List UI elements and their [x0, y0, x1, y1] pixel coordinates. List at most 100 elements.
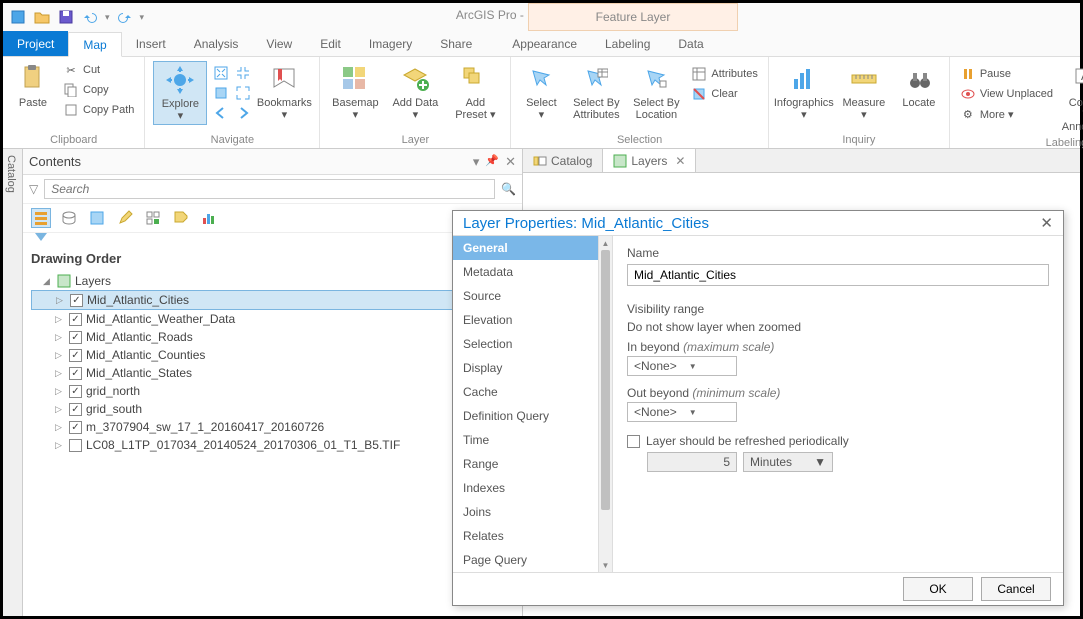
chevron-right-icon[interactable]: ▷ — [56, 295, 66, 306]
tab-insert[interactable]: Insert — [122, 31, 180, 56]
category-joins[interactable]: Joins — [453, 500, 612, 524]
list-selection-icon[interactable] — [87, 208, 107, 228]
cancel-button[interactable]: Cancel — [981, 577, 1051, 601]
refresh-checkbox[interactable] — [627, 435, 640, 448]
layer-item[interactable]: ▷✓Mid_Atlantic_States — [31, 364, 514, 382]
layer-item[interactable]: ▷✓Mid_Atlantic_Weather_Data — [31, 310, 514, 328]
tab-imagery[interactable]: Imagery — [355, 31, 426, 56]
tab-labeling[interactable]: Labeling — [591, 31, 664, 56]
measure-button[interactable]: Measure▾ — [837, 61, 891, 123]
category-range[interactable]: Range — [453, 452, 612, 476]
layer-checkbox[interactable]: ✓ — [69, 385, 82, 398]
category-selection[interactable]: Selection — [453, 332, 612, 356]
search-input[interactable] — [44, 179, 495, 199]
scrollbar[interactable]: ▲ ▼ — [598, 236, 612, 572]
in-beyond-combo[interactable]: <None>▼ — [627, 356, 737, 376]
attributes-button[interactable]: Attributes — [689, 65, 759, 83]
category-general[interactable]: General — [453, 236, 612, 260]
more-button[interactable]: ⚙More ▾ — [958, 105, 1055, 123]
list-labeling-icon[interactable] — [171, 208, 191, 228]
layer-checkbox[interactable]: ✓ — [69, 367, 82, 380]
layer-item[interactable]: ▷✓grid_north — [31, 382, 514, 400]
copy-path-button[interactable]: Copy Path — [61, 101, 136, 119]
copy-button[interactable]: Copy — [61, 81, 136, 99]
chevron-down-icon[interactable]: ◢ — [43, 276, 53, 287]
close-tab-icon[interactable]: ✕ — [675, 154, 685, 168]
layer-checkbox[interactable]: ✓ — [69, 421, 82, 434]
chevron-right-icon[interactable]: ▷ — [55, 386, 65, 397]
tab-share[interactable]: Share — [426, 31, 486, 56]
cut-button[interactable]: ✂Cut — [61, 61, 136, 79]
redo-icon[interactable] — [116, 8, 134, 26]
layer-item[interactable]: ▷✓Mid_Atlantic_Counties — [31, 346, 514, 364]
select-by-attributes-button[interactable]: Select By Attributes — [569, 61, 623, 123]
refresh-unit-combo[interactable]: Minutes▼ — [743, 452, 833, 472]
add-data-button[interactable]: Add Data ▾ — [388, 61, 442, 123]
chevron-right-icon[interactable]: ▷ — [55, 332, 65, 343]
layer-checkbox[interactable]: ✓ — [70, 294, 83, 307]
layer-item[interactable]: ▷✓m_3707904_sw_17_1_20160417_20160726 — [31, 418, 514, 436]
name-input[interactable] — [627, 264, 1049, 286]
paste-button[interactable]: Paste — [11, 61, 55, 111]
clear-button[interactable]: Clear — [689, 85, 759, 103]
undo-icon[interactable] — [81, 8, 99, 26]
fixed-zoom-in-icon[interactable] — [235, 65, 251, 81]
chevron-right-icon[interactable]: ▷ — [55, 314, 65, 325]
tab-view[interactable]: View — [252, 31, 306, 56]
category-display[interactable]: Display — [453, 356, 612, 380]
layer-checkbox[interactable] — [69, 439, 82, 452]
scroll-thumb[interactable] — [601, 250, 610, 510]
list-editing-icon[interactable] — [115, 208, 135, 228]
pin-icon[interactable]: 📌 — [485, 154, 499, 170]
save-icon[interactable] — [57, 8, 75, 26]
tab-analysis[interactable]: Analysis — [180, 31, 253, 56]
layer-item[interactable]: ▷LC08_L1TP_017034_20140524_20170306_01_T… — [31, 436, 514, 454]
category-indexes[interactable]: Indexes — [453, 476, 612, 500]
layer-item[interactable]: ▷✓Mid_Atlantic_Cities — [31, 290, 514, 310]
tab-edit[interactable]: Edit — [306, 31, 355, 56]
category-page-query[interactable]: Page Query — [453, 548, 612, 572]
layer-checkbox[interactable]: ✓ — [69, 403, 82, 416]
category-time[interactable]: Time — [453, 428, 612, 452]
list-charts-icon[interactable] — [199, 208, 219, 228]
locate-button[interactable]: Locate — [897, 61, 941, 111]
chevron-right-icon[interactable]: ▷ — [55, 422, 65, 433]
scroll-up-icon[interactable]: ▲ — [599, 236, 612, 250]
view-tab-layers[interactable]: Layers ✕ — [603, 149, 696, 172]
tab-map[interactable]: Map — [68, 32, 121, 57]
refresh-interval-input[interactable]: 5 — [647, 452, 737, 472]
list-snapping-icon[interactable] — [143, 208, 163, 228]
infographics-button[interactable]: Infographics▾ — [777, 61, 831, 123]
tab-appearance[interactable]: Appearance — [498, 31, 591, 56]
chevron-right-icon[interactable]: ▷ — [55, 404, 65, 415]
search-icon[interactable]: 🔍 — [501, 182, 516, 196]
ok-button[interactable]: OK — [903, 577, 973, 601]
tab-data[interactable]: Data — [664, 31, 717, 56]
next-extent-icon[interactable] — [235, 105, 251, 121]
out-beyond-combo[interactable]: <None>▼ — [627, 402, 737, 422]
tab-project[interactable]: Project — [3, 31, 68, 56]
category-relates[interactable]: Relates — [453, 524, 612, 548]
zoom-selection-icon[interactable] — [213, 85, 229, 101]
explore-button[interactable]: Explore▾ — [153, 61, 207, 125]
autohide-icon[interactable]: ▾ — [473, 154, 480, 170]
category-cache[interactable]: Cache — [453, 380, 612, 404]
close-icon[interactable]: ✕ — [505, 154, 516, 170]
chevron-right-icon[interactable]: ▷ — [55, 440, 65, 451]
layer-checkbox[interactable]: ✓ — [69, 313, 82, 326]
full-extent-icon[interactable] — [213, 65, 229, 81]
pause-button[interactable]: Pause — [958, 65, 1055, 83]
layer-checkbox[interactable]: ✓ — [69, 331, 82, 344]
list-drawing-order-icon[interactable] — [31, 208, 51, 228]
select-by-location-button[interactable]: Select By Location — [629, 61, 683, 123]
basemap-button[interactable]: Basemap▾ — [328, 61, 382, 123]
filter-icon[interactable]: ▽ — [29, 182, 38, 196]
open-icon[interactable] — [33, 8, 51, 26]
bookmarks-button[interactable]: Bookmarks▾ — [257, 61, 311, 123]
category-metadata[interactable]: Metadata — [453, 260, 612, 284]
new-project-icon[interactable] — [9, 8, 27, 26]
layers-root[interactable]: ◢ Layers — [31, 272, 514, 290]
layer-item[interactable]: ▷✓Mid_Atlantic_Roads — [31, 328, 514, 346]
prev-extent-icon[interactable] — [213, 105, 229, 121]
select-button[interactable]: Select▾ — [519, 61, 563, 123]
